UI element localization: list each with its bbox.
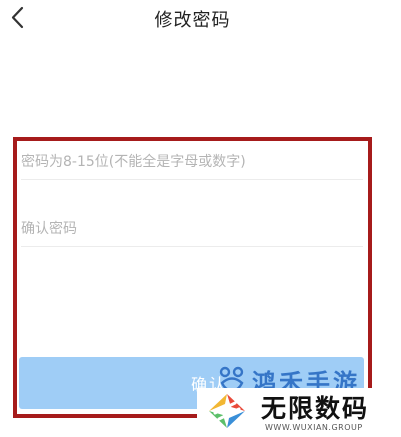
page-title: 修改密码 bbox=[154, 10, 231, 31]
confirm-password-field bbox=[21, 212, 363, 247]
top-bar: 修改密码 bbox=[0, 0, 401, 42]
watermark-card: 无限数码 WWW.WUXIAN.GROUP bbox=[197, 388, 383, 437]
watermark-url: WWW.WUXIAN.GROUP bbox=[265, 423, 363, 432]
new-password-input[interactable] bbox=[21, 145, 363, 179]
confirm-password-input[interactable] bbox=[21, 212, 363, 246]
brand-logo-icon bbox=[209, 394, 245, 428]
new-password-field bbox=[21, 145, 363, 180]
watermark-title: 无限数码 bbox=[261, 394, 370, 423]
